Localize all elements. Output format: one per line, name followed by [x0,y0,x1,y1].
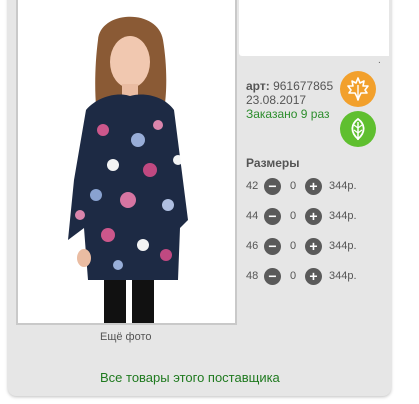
size-label: 46 [246,240,259,252]
more-photos-link[interactable]: Ещё фото [100,331,152,343]
leaf-icon [351,117,365,141]
size-label: 42 [246,180,259,192]
size-quantity: 0 [289,210,297,222]
maple-leaf-icon [347,77,369,101]
size-price: 344р. [329,180,357,192]
size-row-48: 48 − 0 + 344р. [246,267,357,285]
product-date: 23.08.2017 [246,93,307,107]
size-price: 344р. [329,210,357,222]
plus-icon[interactable]: + [305,177,322,195]
size-quantity: 0 [289,270,297,282]
article-line: арт: 961677865 [246,79,333,93]
minus-icon[interactable]: − [264,207,281,225]
size-label: 48 [246,270,259,282]
size-row-44: 44 − 0 + 344р. [246,207,357,225]
separator-dot: . [378,55,381,66]
plus-icon[interactable]: + [305,267,322,285]
plus-icon[interactable]: + [305,237,322,255]
size-row-46: 46 − 0 + 344р. [246,237,357,255]
product-photo[interactable] [16,0,237,325]
minus-icon[interactable]: − [264,177,281,195]
all-supplier-goods-link[interactable]: Все товары этого поставщика [100,370,280,385]
size-price: 344р. [329,270,357,282]
spring-season-badge [340,111,376,147]
article-label: арт: [246,79,270,93]
plus-icon[interactable]: + [305,207,322,225]
size-price: 344р. [329,240,357,252]
size-quantity: 0 [289,180,297,192]
sizes-title: Размеры [246,156,300,170]
minus-icon[interactable]: − [264,267,281,285]
article-value: 961677865 [273,79,334,93]
ordered-count: Заказано 9 раз [246,107,330,121]
autumn-season-badge [340,71,376,107]
size-row-42: 42 − 0 + 344р. [246,177,357,195]
size-label: 44 [246,210,259,222]
product-photo-image [18,0,235,323]
header-blank-area [239,0,389,56]
size-quantity: 0 [289,240,297,252]
minus-icon[interactable]: − [264,237,281,255]
product-info: арт: 961677865 23.08.2017 Заказано 9 раз [246,79,333,121]
